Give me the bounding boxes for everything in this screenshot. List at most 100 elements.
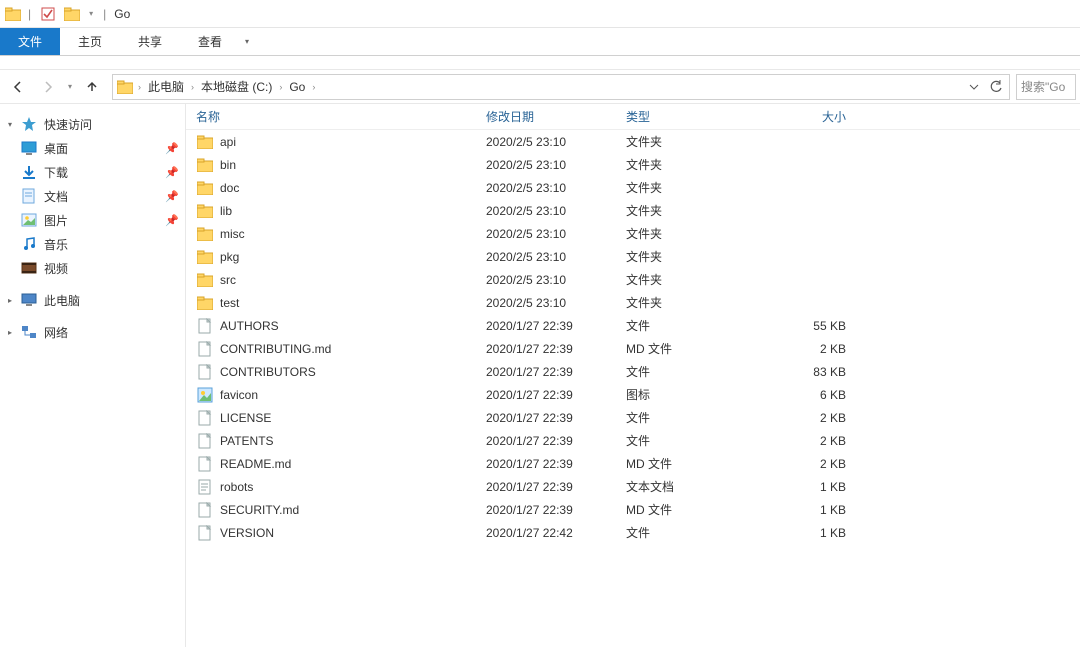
ribbon-tabs: 文件 主页 共享 查看 ▾ [0,28,1080,56]
breadcrumb-item[interactable]: Go [285,75,309,99]
column-header-name[interactable]: 名称 [196,108,486,125]
file-row[interactable]: PATENTS2020/1/27 22:39文件2 KB [186,429,1080,452]
column-header-date[interactable]: 修改日期 [486,108,626,125]
ribbon-tab-label: 查看 [198,33,222,50]
folder-icon [196,226,214,242]
file-row[interactable]: lib2020/2/5 23:10文件夹 [186,199,1080,222]
file-name: src [220,273,236,287]
pin-icon: 📌 [165,142,179,155]
ribbon-tab-share[interactable]: 共享 [120,28,180,55]
search-input[interactable]: 搜索"Go [1016,74,1076,100]
file-date: 2020/1/27 22:39 [486,480,626,494]
sidebar-this-pc[interactable]: ▸ 此电脑 [0,288,185,312]
file-row[interactable]: SECURITY.md2020/1/27 22:39MD 文件1 KB [186,498,1080,521]
file-name: README.md [220,457,291,471]
breadcrumb-item[interactable]: 此电脑 [144,75,188,99]
nav-up-button[interactable] [78,73,106,101]
file-size: 1 KB [766,503,856,517]
sidebar-item-document[interactable]: 文档📌 [0,184,185,208]
file-row[interactable]: LICENSE2020/1/27 22:39文件2 KB [186,406,1080,429]
file-row[interactable]: bin2020/2/5 23:10文件夹 [186,153,1080,176]
file-type: 图标 [626,386,766,403]
breadcrumb-label: Go [289,80,305,94]
chevron-right-icon[interactable]: › [135,82,144,92]
file-row[interactable]: pkg2020/2/5 23:10文件夹 [186,245,1080,268]
file-row[interactable]: api2020/2/5 23:10文件夹 [186,130,1080,153]
refresh-button[interactable] [985,76,1007,98]
file-list: 名称 修改日期 类型 大小 api2020/2/5 23:10文件夹bin202… [186,104,1080,647]
sidebar-item-pictures[interactable]: 图片📌 [0,208,185,232]
sidebar-quick-access[interactable]: ▾ 快速访问 [0,112,185,136]
folder-icon [196,295,214,311]
sidebar-item-download[interactable]: 下载📌 [0,160,185,184]
file-size: 2 KB [766,342,856,356]
file-row[interactable]: test2020/2/5 23:10文件夹 [186,291,1080,314]
chevron-right-icon: ▸ [6,328,14,337]
ribbon-tab-label: 共享 [138,33,162,50]
folder-icon [196,272,214,288]
column-label: 名称 [196,110,220,124]
address-dropdown-button[interactable] [963,76,985,98]
nav-forward-button[interactable] [34,73,62,101]
file-type: 文件 [626,524,766,541]
file-date: 2020/2/5 23:10 [486,158,626,172]
file-row[interactable]: src2020/2/5 23:10文件夹 [186,268,1080,291]
chevron-right-icon[interactable]: › [188,82,197,92]
chevron-right-icon: ▸ [6,296,14,305]
qat-properties-button[interactable] [37,3,59,25]
file-row[interactable]: misc2020/2/5 23:10文件夹 [186,222,1080,245]
file-row[interactable]: doc2020/2/5 23:10文件夹 [186,176,1080,199]
video-icon [20,260,38,276]
qat-dropdown-icon[interactable]: ▾ [85,9,97,18]
ribbon-tab-label: 文件 [18,33,42,50]
nav-history-dropdown[interactable]: ▾ [64,82,76,91]
column-header-type[interactable]: 类型 [626,108,766,125]
sidebar-item-video[interactable]: 视频 [0,256,185,280]
folder-icon [196,249,214,265]
file-name: CONTRIBUTING.md [220,342,331,356]
ribbon-expand-icon[interactable]: ▾ [240,28,254,55]
file-icon [196,433,214,449]
column-label: 修改日期 [486,110,534,124]
sidebar-network[interactable]: ▸ 网络 [0,320,185,344]
file-icon [196,502,214,518]
file-type: MD 文件 [626,455,766,472]
column-label: 大小 [822,110,846,124]
file-date: 2020/1/27 22:42 [486,526,626,540]
address-bar[interactable]: › 此电脑 › 本地磁盘 (C:) › Go › [112,74,1010,100]
file-row[interactable]: README.md2020/1/27 22:39MD 文件2 KB [186,452,1080,475]
file-name: lib [220,204,232,218]
file-row[interactable]: favicon2020/1/27 22:39图标6 KB [186,383,1080,406]
file-size: 2 KB [766,411,856,425]
ribbon-tab-view[interactable]: 查看 [180,28,240,55]
file-date: 2020/2/5 23:10 [486,227,626,241]
nav-bar: ▾ › 此电脑 › 本地磁盘 (C:) › Go › 搜索"Go [0,70,1080,104]
file-date: 2020/2/5 23:10 [486,204,626,218]
ribbon-tab-file[interactable]: 文件 [0,28,60,55]
computer-icon [20,292,38,308]
file-name: pkg [220,250,239,264]
chevron-right-icon[interactable]: › [309,82,318,92]
folder-icon [196,134,214,150]
title-bar: | ▾ | Go [0,0,1080,28]
main-area: ▾ 快速访问 桌面📌下载📌文档📌图片📌音乐视频 ▸ 此电脑 ▸ 网络 名称 [0,104,1080,647]
sidebar-item-music[interactable]: 音乐 [0,232,185,256]
file-icon [196,364,214,380]
file-date: 2020/1/27 22:39 [486,503,626,517]
sidebar-label: 快速访问 [44,116,179,133]
file-row[interactable]: CONTRIBUTING.md2020/1/27 22:39MD 文件2 KB [186,337,1080,360]
file-row[interactable]: AUTHORS2020/1/27 22:39文件55 KB [186,314,1080,337]
ico-icon [196,387,214,403]
file-row[interactable]: VERSION2020/1/27 22:42文件1 KB [186,521,1080,544]
nav-back-button[interactable] [4,73,32,101]
file-icon [196,341,214,357]
column-header-size[interactable]: 大小 [766,108,856,125]
file-row[interactable]: CONTRIBUTORS2020/1/27 22:39文件83 KB [186,360,1080,383]
file-row[interactable]: robots2020/1/27 22:39文本文档1 KB [186,475,1080,498]
ribbon-tab-home[interactable]: 主页 [60,28,120,55]
chevron-right-icon[interactable]: › [276,82,285,92]
breadcrumb-label: 此电脑 [148,78,184,95]
breadcrumb-item[interactable]: 本地磁盘 (C:) [197,75,276,99]
sidebar-item-desktop[interactable]: 桌面📌 [0,136,185,160]
file-date: 2020/1/27 22:39 [486,342,626,356]
